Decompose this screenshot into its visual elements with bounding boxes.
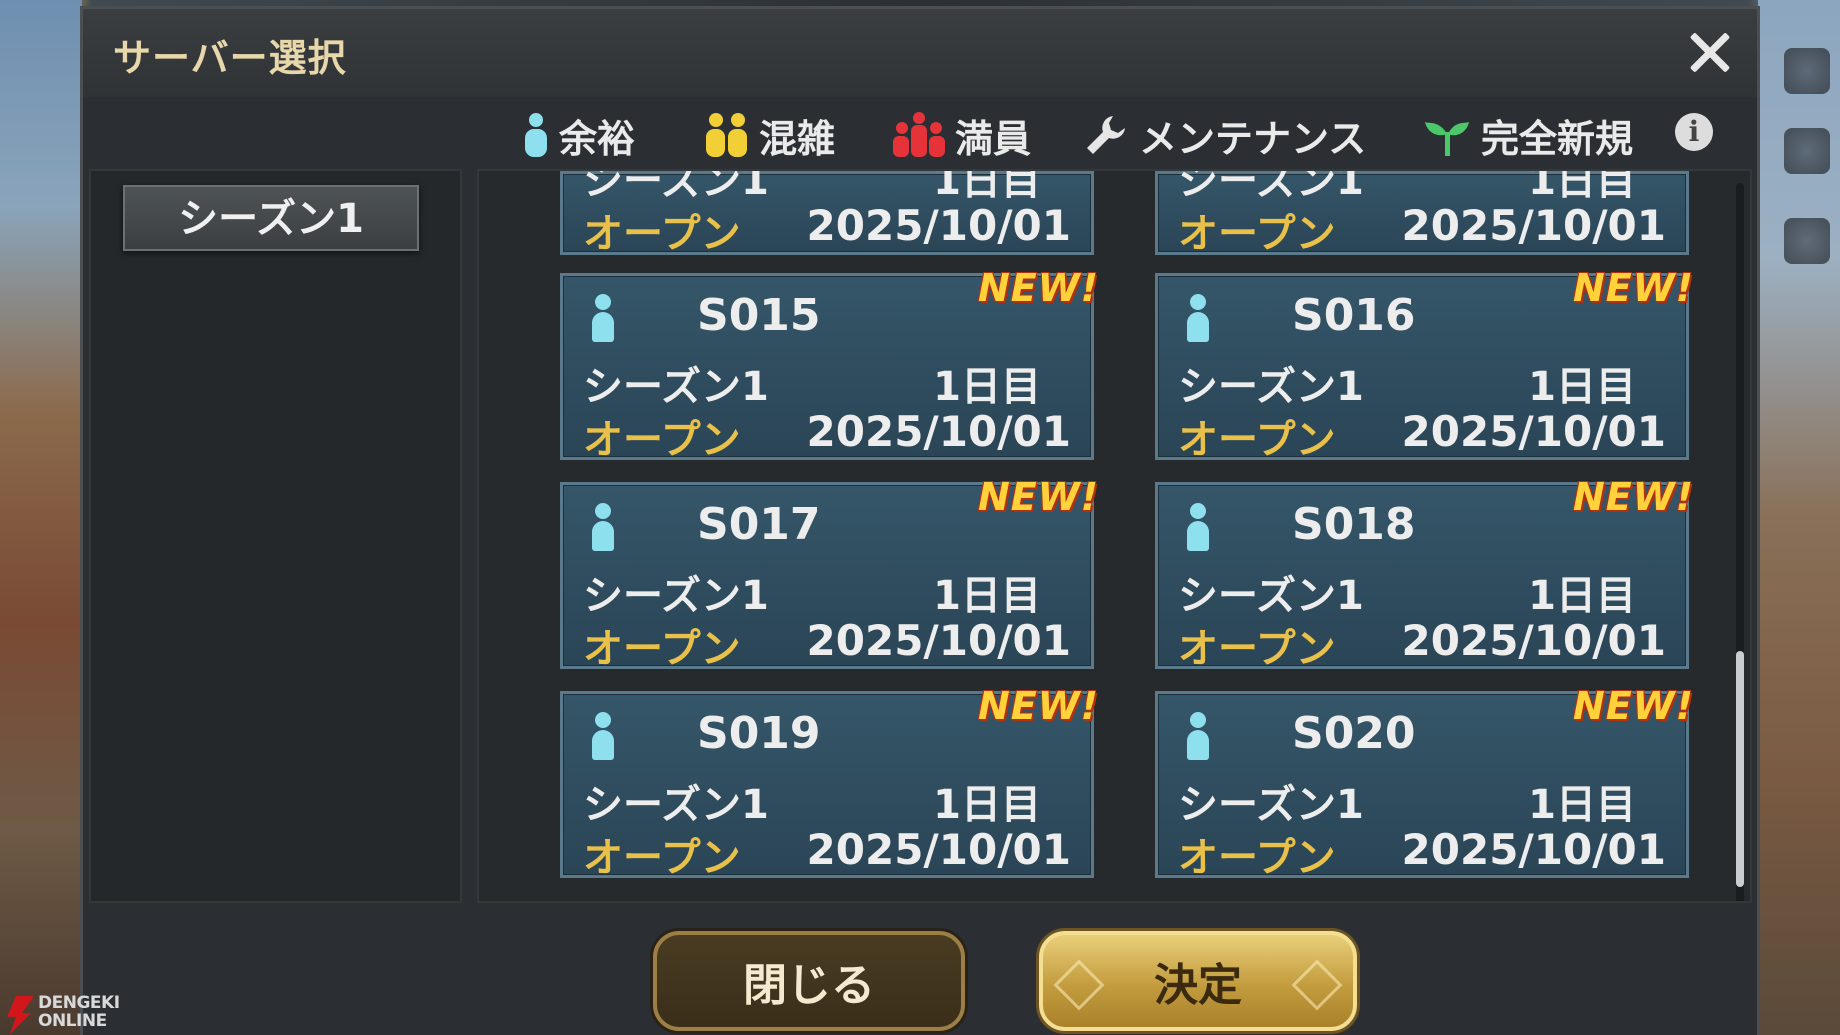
dialog-title: サーバー選択 xyxy=(113,36,347,80)
open-date: 2025/10/01 xyxy=(1401,201,1666,250)
person-group-icon xyxy=(893,112,945,157)
person-single-icon xyxy=(525,113,547,157)
day-label: 1日目 xyxy=(1528,782,1636,828)
ornament-icon xyxy=(1053,959,1105,1011)
confirm-button[interactable]: 決定 xyxy=(1039,931,1357,1031)
server-card-s016[interactable]: S016 NEW! シーズン1 1日目 オープン 2025/10/01 xyxy=(1155,266,1693,463)
open-label: オープン xyxy=(583,417,741,463)
open-date: 2025/10/01 xyxy=(806,616,1071,665)
server-name: S016 xyxy=(1292,290,1416,341)
open-label: オープン xyxy=(1178,626,1336,672)
legend-item-maintenance: メンテナンス xyxy=(1083,105,1366,165)
new-badge: NEW! xyxy=(1572,684,1694,728)
new-badge: NEW! xyxy=(977,266,1099,310)
person-single-icon xyxy=(591,712,615,762)
side-menu-icon[interactable] xyxy=(1784,48,1830,94)
person-single-icon xyxy=(1186,294,1210,344)
open-date: 2025/10/01 xyxy=(806,825,1071,874)
day-label: 1日目 xyxy=(1528,573,1636,619)
server-card-s019[interactable]: S019 NEW! シーズン1 1日目 オープン 2025/10/01 xyxy=(560,684,1098,881)
close-button[interactable]: 閉じる xyxy=(653,931,965,1031)
server-card-s017[interactable]: S017 NEW! シーズン1 1日目 オープン 2025/10/01 xyxy=(560,475,1098,672)
server-card-s015[interactable]: S015 NEW! シーズン1 1日目 オープン 2025/10/01 xyxy=(560,266,1098,463)
server-name: S019 xyxy=(697,708,821,759)
open-date: 2025/10/01 xyxy=(806,201,1071,250)
server-name: S020 xyxy=(1292,708,1416,759)
close-icon[interactable] xyxy=(1681,23,1739,81)
server-list[interactable]: シーズン1 1日目 オープン 2025/10/01 シーズン1 1日目 オープン… xyxy=(477,169,1752,903)
legend-item-available: 余裕 xyxy=(523,105,635,165)
season-label: シーズン1 xyxy=(583,364,769,410)
season-label: シーズン1 xyxy=(1178,364,1364,410)
open-date: 2025/10/01 xyxy=(806,407,1071,456)
server-name: S017 xyxy=(697,499,821,550)
season-sidebar: シーズン1 xyxy=(89,169,462,903)
server-card[interactable]: シーズン1 1日目 オープン 2025/10/01 xyxy=(560,171,1094,257)
server-select-dialog: サーバー選択 余裕 混雑 満員 メンテナンス 完全新規 i シーズン1 シーズン… xyxy=(80,6,1760,1035)
open-label: オープン xyxy=(1178,211,1336,257)
legend-item-brand-new: 完全新規 xyxy=(1423,105,1633,165)
new-badge: NEW! xyxy=(977,475,1099,519)
day-label: 1日目 xyxy=(933,364,1041,410)
server-name: S018 xyxy=(1292,499,1416,550)
legend-label: 満員 xyxy=(955,116,1032,161)
close-button-label: 閉じる xyxy=(743,960,875,1011)
open-label: オープン xyxy=(583,211,741,257)
watermark-text: DENGEKI ONLINE xyxy=(38,993,120,1031)
season-label: シーズン1 xyxy=(1178,573,1364,619)
lightning-logo-icon xyxy=(7,996,34,1034)
person-double-icon xyxy=(706,113,747,157)
side-menu-icon[interactable] xyxy=(1784,218,1830,264)
wrench-icon xyxy=(1087,116,1125,154)
legend-item-crowded: 混雑 xyxy=(705,105,835,165)
legend-label: メンテナンス xyxy=(1139,116,1367,161)
season-label: シーズン1 xyxy=(1178,782,1364,828)
server-card-s018[interactable]: S018 NEW! シーズン1 1日目 オープン 2025/10/01 xyxy=(1155,475,1693,672)
sprout-icon xyxy=(1425,122,1469,156)
legend-label: 完全新規 xyxy=(1481,116,1634,161)
new-badge: NEW! xyxy=(977,684,1099,728)
person-single-icon xyxy=(591,503,615,553)
season-label: シーズン1 xyxy=(583,782,769,828)
server-card-s020[interactable]: S020 NEW! シーズン1 1日目 オープン 2025/10/01 xyxy=(1155,684,1693,881)
new-badge: NEW! xyxy=(1572,266,1694,310)
site-watermark: DENGEKI ONLINE xyxy=(0,992,130,1035)
person-single-icon xyxy=(1186,503,1210,553)
server-name: S015 xyxy=(697,290,821,341)
person-single-icon xyxy=(1186,712,1210,762)
ornament-icon xyxy=(1291,959,1343,1011)
server-card[interactable]: シーズン1 1日目 オープン 2025/10/01 xyxy=(1155,171,1689,257)
day-label: 1日目 xyxy=(933,782,1041,828)
open-label: オープン xyxy=(1178,417,1336,463)
person-single-icon xyxy=(591,294,615,344)
season-label: シーズン1 xyxy=(583,573,769,619)
day-label: 1日目 xyxy=(1528,364,1636,410)
sidebar-tab-season-1[interactable]: シーズン1 xyxy=(123,185,419,251)
background-left-scenery xyxy=(0,0,82,1035)
side-menu-icon[interactable] xyxy=(1784,128,1830,174)
day-label: 1日目 xyxy=(933,573,1041,619)
open-date: 2025/10/01 xyxy=(1401,825,1666,874)
legend-item-full: 満員 xyxy=(893,105,1031,165)
status-legend: 余裕 混雑 満員 メンテナンス 完全新規 i xyxy=(83,105,1757,165)
open-date: 2025/10/01 xyxy=(1401,407,1666,456)
legend-label: 混雑 xyxy=(759,116,836,161)
open-label: オープン xyxy=(583,626,741,672)
new-badge: NEW! xyxy=(1572,475,1694,519)
info-icon[interactable]: i xyxy=(1675,113,1713,151)
scrollbar-thumb[interactable] xyxy=(1736,651,1744,887)
open-date: 2025/10/01 xyxy=(1401,616,1666,665)
open-label: オープン xyxy=(1178,835,1336,881)
legend-label: 余裕 xyxy=(559,116,636,161)
confirm-button-label: 決定 xyxy=(1154,960,1242,1011)
dialog-titlebar: サーバー選択 xyxy=(83,9,1757,97)
open-label: オープン xyxy=(583,835,741,881)
